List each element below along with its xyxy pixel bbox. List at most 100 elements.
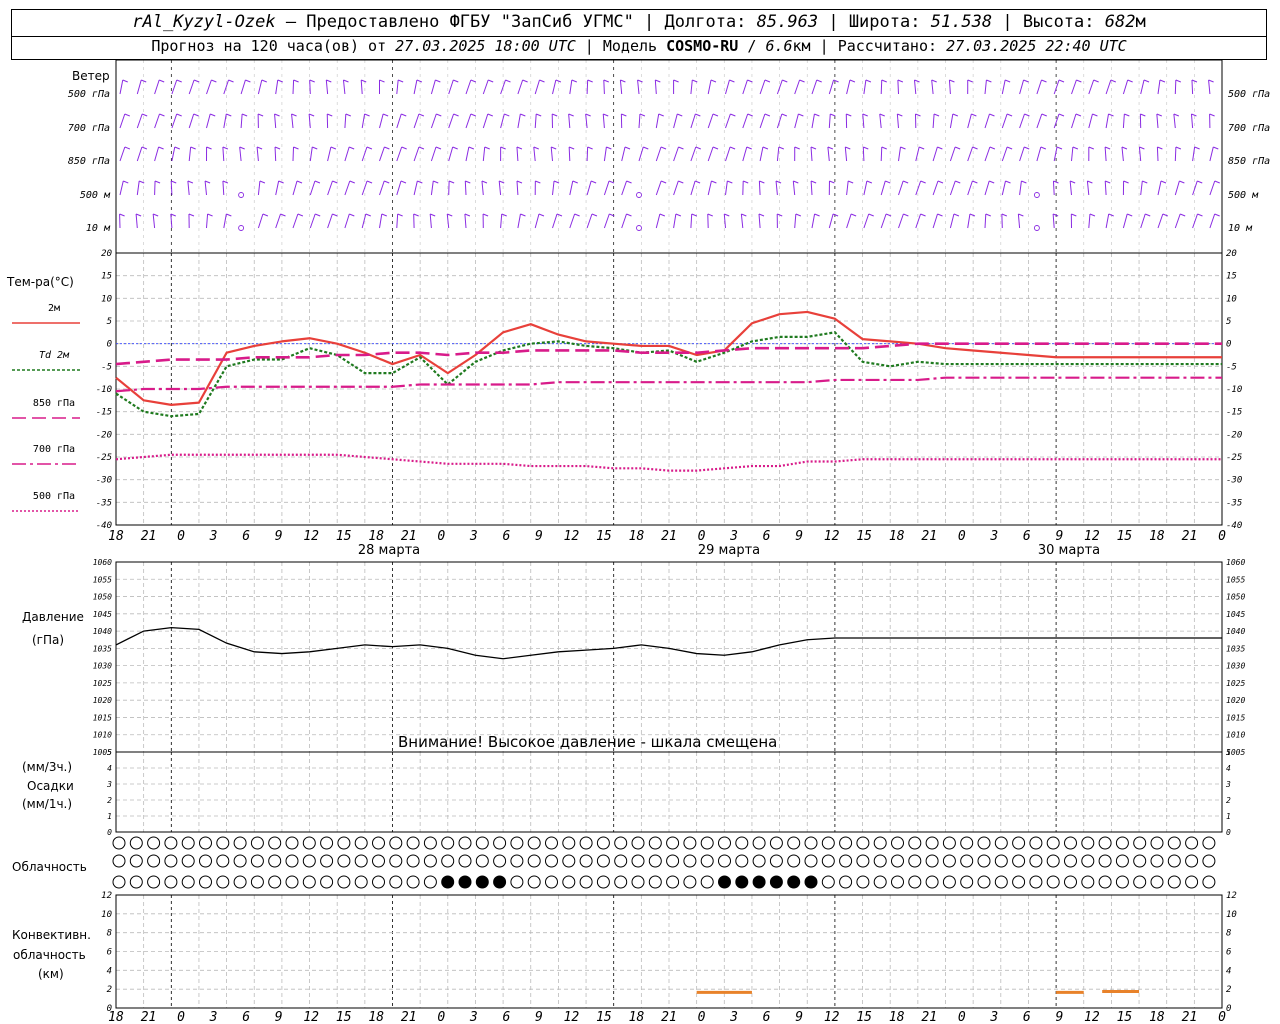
wind-barb-flag: [643, 146, 649, 150]
wind-barb-flag: [764, 79, 771, 83]
wind-barb: [880, 146, 883, 162]
wind-barb: [1105, 213, 1110, 229]
wind-barb: [188, 146, 192, 162]
temp-x-tick: 3: [729, 529, 738, 544]
cloud-cover-symbol: [718, 854, 731, 868]
cloud-cover-symbol: [129, 875, 143, 889]
wind-barb-flag: [536, 113, 542, 117]
wind-barb: [828, 113, 831, 129]
conv-tick-left: 12: [101, 891, 112, 901]
conv-x-tick: 3: [729, 1010, 738, 1024]
wind-barb-flag: [361, 79, 367, 83]
wind-barb-flag: [1021, 180, 1027, 184]
wind-barb-flag: [1089, 213, 1096, 217]
cloud-cover-symbol: [233, 854, 247, 868]
cloud-cover-symbol: [1150, 875, 1164, 889]
conv-x-tick: 15: [596, 1010, 612, 1024]
wind-barb-flag: [914, 79, 920, 83]
temp-tick-right: -20: [1226, 430, 1242, 440]
wind-barb: [1174, 146, 1177, 162]
wind-barb: [725, 146, 731, 162]
wind-barb: [256, 146, 259, 162]
cloud-cover-symbol: [666, 854, 680, 868]
wind-barb: [1071, 113, 1077, 129]
wind-barb-flag: [989, 113, 995, 117]
wind-barb-flag: [293, 146, 299, 150]
cloud-cover-symbol: [527, 836, 541, 850]
conv-tick-right: 12: [1226, 891, 1237, 901]
wind-barb-flag: [1005, 180, 1011, 184]
conv-x-tick: 21: [921, 1010, 937, 1024]
cloud-cover-symbol: [1115, 854, 1129, 868]
temp-tick-left: -35: [96, 498, 112, 508]
wind-barb: [1071, 79, 1077, 95]
wind-barb-flag: [829, 180, 835, 184]
wind-barb-flag: [659, 213, 666, 217]
wind-barb: [898, 213, 904, 229]
wind-barb-flag: [400, 180, 407, 184]
wind-barb: [707, 79, 712, 95]
temp-x-tick: 12: [824, 529, 840, 544]
wind-barb: [327, 146, 332, 162]
cloud-cover-symbol: [337, 836, 351, 850]
wind-barb-flag: [795, 213, 802, 217]
wind-barb-flag: [810, 146, 817, 150]
wind-barb: [602, 113, 605, 129]
conv-x-tick: 9: [535, 1010, 543, 1024]
cloud-cover-symbol: [112, 854, 126, 868]
wind-barb: [465, 113, 472, 129]
wind-barb-flag: [1127, 79, 1133, 83]
temp-tick-left: -5: [101, 362, 112, 372]
wind-barb: [1019, 146, 1025, 162]
wind-barb: [379, 146, 385, 162]
wind-barb-flag: [501, 213, 507, 217]
wind-barb: [828, 79, 835, 95]
wind-barb-flag: [571, 79, 578, 83]
wind-barb: [1191, 79, 1194, 95]
wind-barb: [655, 146, 662, 162]
wind-barb: [776, 146, 780, 162]
wind-barb-flag: [1023, 79, 1029, 83]
wind-barb-flag: [865, 79, 872, 83]
cloud-cover-symbol: [372, 875, 385, 889]
cloud-cover-symbol: [164, 854, 178, 868]
cloud-cover-symbol: [406, 875, 420, 889]
wind-barb-flag: [382, 113, 389, 117]
wind-barb: [119, 113, 126, 129]
precip-tick-right: 2: [1226, 796, 1231, 805]
temp-tick-left: 0: [107, 340, 112, 350]
wind-barb: [413, 79, 418, 95]
cloud-cover-symbol: [977, 875, 991, 889]
wind-barb: [915, 146, 920, 162]
pressure-tick-right: 1025: [1226, 679, 1245, 688]
wind-barb-flag: [918, 146, 925, 150]
wind-barb: [325, 79, 329, 95]
wind-barb: [949, 213, 955, 229]
wind-barb: [204, 180, 207, 196]
wind-barb-flag: [1104, 146, 1111, 150]
temp-x-tick: 0: [437, 529, 445, 544]
wind-barb: [534, 213, 540, 229]
wind-barb: [1157, 180, 1162, 196]
precip-tick-right: 0: [1226, 828, 1231, 837]
temp-tick-left: 10: [101, 294, 112, 304]
wind-barb: [846, 213, 852, 229]
temp-x-tick: 15: [336, 529, 352, 544]
wind-barb-flag: [465, 180, 471, 184]
wind-barb-flag: [794, 146, 800, 150]
conv-x-tick: 0: [698, 1010, 706, 1024]
conv-x-tick: 15: [1117, 1010, 1133, 1024]
wind-barb: [1174, 79, 1177, 95]
wind-barb-flag: [436, 113, 442, 117]
wind-barb: [967, 146, 974, 162]
cloud-cover-symbol: [1081, 854, 1095, 868]
wind-barb-flag: [759, 180, 765, 184]
wind-barb-flag: [711, 180, 717, 184]
wind-barb-flag: [568, 146, 575, 150]
wind-barb-flag: [1139, 146, 1145, 150]
cloud-cover-symbol: [787, 854, 801, 868]
wind-barb: [482, 146, 486, 162]
wind-barb-flag: [707, 213, 713, 217]
wind-barb-flag: [1179, 213, 1186, 217]
temp-x-tick: 6: [763, 529, 771, 544]
